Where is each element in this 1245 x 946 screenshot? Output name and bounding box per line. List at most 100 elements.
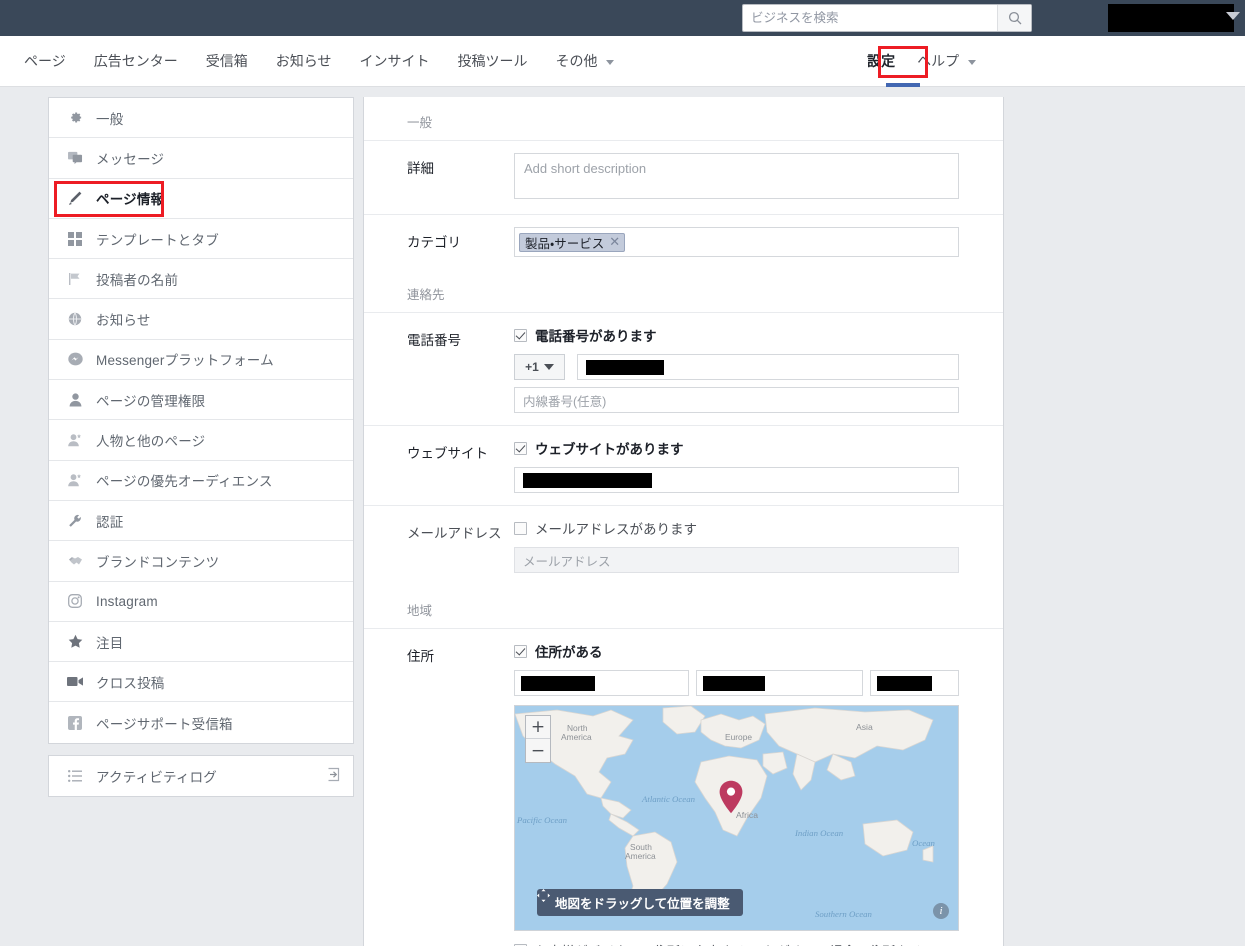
map-pin-icon xyxy=(718,780,744,814)
sidebar-item-branded-content[interactable]: ブランドコンテンツ xyxy=(49,541,353,582)
sidebar-item-label: ページサポート受信箱 xyxy=(96,716,233,732)
sidebar-item-notifications[interactable]: お知らせ xyxy=(49,299,353,340)
address-checkbox[interactable] xyxy=(514,644,527,658)
address-street-redaction xyxy=(521,675,595,691)
nav-item-more[interactable]: その他 xyxy=(541,36,628,87)
search-icon xyxy=(1008,11,1021,25)
nav-item-publishing-tools[interactable]: 投稿ツール xyxy=(443,36,541,87)
activity-log-label: アクティビティログ xyxy=(96,769,218,785)
sidebar-item-label: テンプレートとタブ xyxy=(96,232,219,248)
top-blue-bar xyxy=(0,0,1245,36)
visit-address-checkbox-row[interactable]: お客様がビジネスの住所に来店する(これがオフの場合、住所やチェックインは表示され… xyxy=(514,942,959,946)
nav-item-notifications[interactable]: お知らせ xyxy=(262,36,346,87)
address-street-input[interactable] xyxy=(514,670,689,696)
phone-extension-input[interactable]: 内線番号(任意) xyxy=(514,387,959,413)
nav-item-settings[interactable]: 設定 xyxy=(859,36,903,87)
address-zip-input[interactable] xyxy=(870,670,959,696)
map-zoom-out-button[interactable]: − xyxy=(526,739,550,762)
category-tag[interactable]: 製品・サービス ✕ xyxy=(519,232,626,252)
email-checkbox-row[interactable]: メールアドレスがあります xyxy=(514,518,959,538)
active-tab-underline xyxy=(886,83,920,87)
nav-right-group: 設定 ヘルプ xyxy=(859,36,990,87)
sidebar-item-label: お知らせ xyxy=(96,313,151,329)
phone-number-redaction xyxy=(586,359,664,375)
sidebar-item-label: ブランドコンテンツ xyxy=(96,554,220,570)
person-star-icon xyxy=(65,431,85,449)
location-map[interactable]: North America South America Europe Asia … xyxy=(514,705,959,931)
sidebar-item-label: ページ情報 xyxy=(96,192,165,208)
info-icon[interactable]: i xyxy=(933,903,949,919)
sidebar-item-crossposting[interactable]: クロス投稿 xyxy=(49,662,353,703)
nav-item-help[interactable]: ヘルプ xyxy=(903,36,990,87)
person-star-icon xyxy=(65,471,85,489)
map-label-southern-ocean: Southern Ocean xyxy=(815,909,873,919)
map-label-north-america-2: America xyxy=(561,732,592,742)
sidebar-item-page-info[interactable]: ページ情報 xyxy=(49,179,353,219)
nav-item-insights[interactable]: インサイト xyxy=(345,36,443,87)
phone-number-input[interactable] xyxy=(577,354,959,380)
nav-item-pages[interactable]: ページ xyxy=(10,36,80,87)
sidebar-item-label: メッセージ xyxy=(96,151,165,167)
phone-checkbox-label: 電話番号があります xyxy=(535,329,657,344)
sidebar-item-authorizations[interactable]: 認証 xyxy=(49,501,353,542)
sidebar-item-label: 認証 xyxy=(96,514,124,530)
nav-item-ad-center[interactable]: 広告センター xyxy=(80,36,192,87)
sidebar-item-page-support-inbox[interactable]: ページサポート受信箱 xyxy=(49,702,353,742)
sidebar-item-activity-log[interactable]: アクティビティログ xyxy=(49,756,353,796)
sidebar-item-label: クロス投稿 xyxy=(96,675,165,691)
description-input[interactable] xyxy=(514,153,959,199)
search-input[interactable] xyxy=(743,5,997,31)
globe-icon xyxy=(65,310,85,328)
settings-sidebar: 一般 メッセージ ページ情報 テンプレートとタブ 投稿者の名前 お知らせ Mes… xyxy=(48,97,354,797)
page-nav-bar: ページ 広告センター 受信箱 お知らせ インサイト 投稿ツール その他 設定 ヘ… xyxy=(0,36,1245,87)
map-drag-button[interactable]: 地図をドラッグして位置を調整 xyxy=(537,889,743,916)
sidebar-item-page-roles[interactable]: ページの管理権限 xyxy=(49,380,353,421)
nav-label: お知らせ xyxy=(275,53,332,69)
website-redaction xyxy=(523,472,652,488)
phone-checkbox[interactable] xyxy=(514,328,527,342)
sidebar-item-instagram[interactable]: Instagram xyxy=(49,582,353,622)
phone-extension-placeholder: 内線番号(任意) xyxy=(523,394,607,409)
arrow-into-box-icon[interactable] xyxy=(326,767,341,785)
visit-address-checkbox-label: お客様がビジネスの住所に来店する(これがオフの場合、住所やチェックインは表示され… xyxy=(535,942,943,946)
nav-label: 投稿ツール xyxy=(457,53,528,69)
search-button[interactable] xyxy=(997,5,1031,31)
sidebar-item-preferred-audience[interactable]: ページの優先オーディエンス xyxy=(49,461,353,501)
map-zoom-controls[interactable]: + − xyxy=(525,715,551,763)
sidebar-item-featured[interactable]: 注目 xyxy=(49,622,353,663)
country-code-select[interactable]: +1 xyxy=(514,354,565,380)
sidebar-item-templates-tabs[interactable]: テンプレートとタブ xyxy=(49,219,353,260)
address-zip-redaction xyxy=(877,675,932,691)
sidebar-item-post-attribution[interactable]: 投稿者の名前 xyxy=(49,259,353,300)
row-website: ウェブサイト ウェブサイトがあります xyxy=(364,425,1003,505)
phone-checkbox-row[interactable]: 電話番号があります xyxy=(514,325,959,345)
nav-label: その他 xyxy=(555,53,598,69)
chevron-down-icon xyxy=(968,59,976,65)
website-input[interactable] xyxy=(514,467,959,493)
sidebar-item-messenger-platform[interactable]: Messengerプラットフォーム xyxy=(49,340,353,381)
website-checkbox-row[interactable]: ウェブサイトがあります xyxy=(514,438,959,458)
sidebar-item-people-other-pages[interactable]: 人物と他のページ xyxy=(49,420,353,461)
website-checkbox[interactable] xyxy=(514,441,527,455)
sidebar-item-general[interactable]: 一般 xyxy=(49,98,353,139)
handshake-icon xyxy=(65,552,85,570)
instagram-icon xyxy=(65,592,85,610)
sidebar-item-label: Instagram xyxy=(96,593,158,609)
account-name-redacted[interactable] xyxy=(1108,4,1234,32)
flag-icon xyxy=(65,270,85,288)
address-city-input[interactable] xyxy=(696,670,863,696)
email-checkbox[interactable] xyxy=(514,521,527,535)
close-x-icon[interactable]: ✕ xyxy=(609,234,620,250)
chevron-down-icon[interactable] xyxy=(1226,12,1240,20)
map-zoom-in-button[interactable]: + xyxy=(526,716,550,739)
category-input[interactable]: 製品・サービス ✕ xyxy=(514,227,959,257)
address-checkbox-row[interactable]: 住所がある xyxy=(514,641,959,661)
nav-item-inbox[interactable]: 受信箱 xyxy=(192,36,262,87)
row-address: 住所 住所がある North America South America Eur… xyxy=(364,628,1003,946)
email-input[interactable]: メールアドレス xyxy=(514,547,959,573)
sidebar-item-messaging[interactable]: メッセージ xyxy=(49,138,353,179)
sidebar-item-label: 注目 xyxy=(96,635,124,651)
list-icon xyxy=(65,767,85,785)
nav-label: ページ xyxy=(24,53,66,69)
person-icon xyxy=(65,391,85,409)
